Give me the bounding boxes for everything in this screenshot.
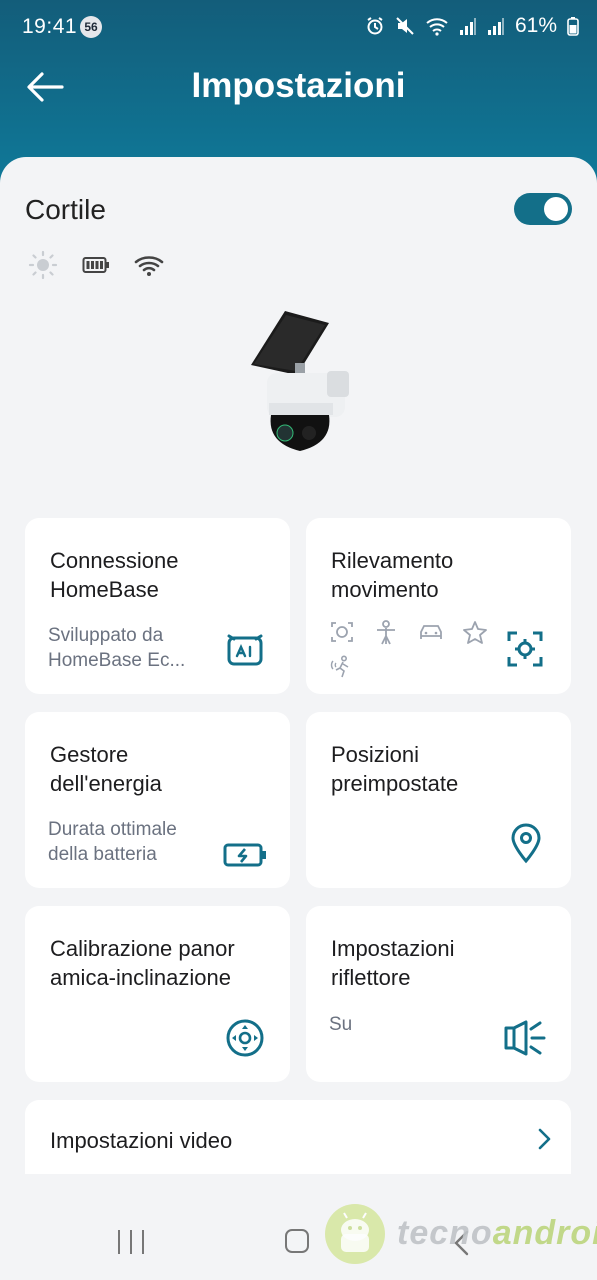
card-pan-tilt-calibration[interactable]: Calibrazione panor amica-inclinazione [25, 906, 290, 1082]
card-title: Impostazioni riflettore [331, 936, 455, 990]
card-title: Connessione HomeBase [50, 548, 179, 602]
card-title: Posizioni preimpostate [331, 742, 459, 796]
video-settings-row[interactable]: Impostazioni video [25, 1100, 571, 1174]
person-icon [377, 620, 395, 645]
home-button[interactable] [285, 1229, 309, 1253]
card-floodlight-settings[interactable]: Impostazioni riflettore Su [306, 906, 571, 1082]
device-name: Cortile [25, 194, 106, 225]
battery-percent: 61% [514, 14, 557, 37]
status-bar: 19:41 56 61% [0, 0, 597, 56]
video-settings-label: Impostazioni video [50, 1128, 233, 1153]
battery-charging-icon [223, 843, 266, 867]
card-title: Rilevamento movimento [331, 548, 454, 602]
device-enable-toggle[interactable] [514, 193, 572, 225]
toggle-knob [544, 197, 568, 221]
card-preset-positions[interactable]: Posizioni preimpostate [306, 712, 571, 888]
pan-tilt-icon [226, 1019, 264, 1057]
face-icon [331, 622, 353, 642]
vehicle-icon [420, 625, 442, 639]
floodlight-icon [504, 1020, 546, 1056]
device-status-icons [28, 250, 164, 280]
card-homebase-connection[interactable]: Connessione HomeBase Sviluppato da HomeB… [25, 518, 290, 694]
card-motion-detection[interactable]: Rilevamento movimento [306, 518, 571, 694]
motion-detect-icon [507, 631, 543, 667]
chevron-right-icon [538, 1128, 551, 1150]
watermark-logo: tecnoandroid [325, 1202, 597, 1268]
pet-icon [463, 621, 487, 644]
card-title: Calibrazione panor amica-inclinazione [50, 936, 235, 990]
motion-icon [330, 655, 349, 678]
card-power-manager[interactable]: Gestore dell'energia Durata ottimale del… [25, 712, 290, 888]
page-title: Impostazioni [191, 66, 406, 105]
sun-icon [28, 250, 58, 280]
card-title: Gestore dell'energia [50, 742, 162, 796]
battery-icon [82, 257, 109, 273]
alarm-icon [367, 17, 383, 35]
wifi-icon [134, 256, 164, 276]
camera-image [251, 311, 349, 451]
recents-button[interactable] [118, 1230, 144, 1254]
location-pin-icon [511, 823, 541, 864]
card-description: Sviluppato da HomeBase Ec... [48, 625, 186, 671]
mute-icon [396, 17, 414, 35]
battery-status-icon [567, 17, 579, 36]
signal-icon [459, 18, 476, 35]
status-time: 19:41 [22, 15, 78, 38]
signal-icon-2 [487, 18, 504, 35]
homebase-icon [227, 634, 263, 666]
android-logo-icon [325, 1204, 385, 1264]
watermark-text: tecnoandroid [397, 1214, 597, 1252]
card-description: Durata ottimale della batteria [48, 819, 177, 865]
wifi-status-icon [426, 18, 448, 36]
status-icons: 61% [365, 14, 579, 38]
floodlight-value: Su [329, 1014, 353, 1035]
notification-badge: 56 [80, 16, 102, 38]
